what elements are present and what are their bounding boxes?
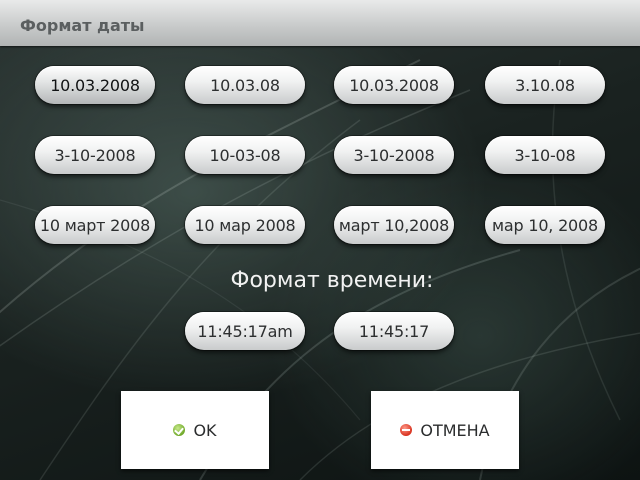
date-format-option[interactable]: 3-10-08 [485, 136, 605, 174]
date-format-option[interactable]: 3-10-2008 [35, 136, 155, 174]
ok-button-label: OK [193, 420, 217, 440]
date-format-option[interactable]: 3.10.08 [485, 66, 605, 104]
time-format-option[interactable]: 11:45:17 [334, 312, 454, 350]
time-format-heading: Формат времени: [230, 268, 434, 293]
time-format-option[interactable]: 11:45:17am [185, 312, 305, 350]
date-format-option[interactable]: 10 мар 2008 [185, 206, 305, 244]
date-format-option[interactable]: 10.03.2008 [334, 66, 454, 104]
cancel-minus-icon [400, 424, 413, 436]
date-format-option[interactable]: 10.03.08 [185, 66, 305, 104]
date-format-option[interactable]: 10.03.2008 [35, 66, 155, 104]
page-title: Формат даты [20, 16, 145, 35]
date-format-option[interactable]: 10-03-08 [185, 136, 305, 174]
date-format-option[interactable]: 3-10-2008 [334, 136, 454, 174]
cancel-button[interactable]: ОТМЕНА [371, 391, 519, 469]
date-format-option[interactable]: мар 10, 2008 [485, 206, 605, 244]
date-format-option[interactable]: март 10,2008 [334, 206, 454, 244]
title-bar: Формат даты [0, 0, 640, 46]
date-format-option[interactable]: 10 март 2008 [35, 206, 155, 244]
ok-button[interactable]: OK [121, 391, 269, 469]
cancel-button-label: ОТМЕНА [420, 420, 490, 440]
ok-check-icon [173, 424, 186, 436]
